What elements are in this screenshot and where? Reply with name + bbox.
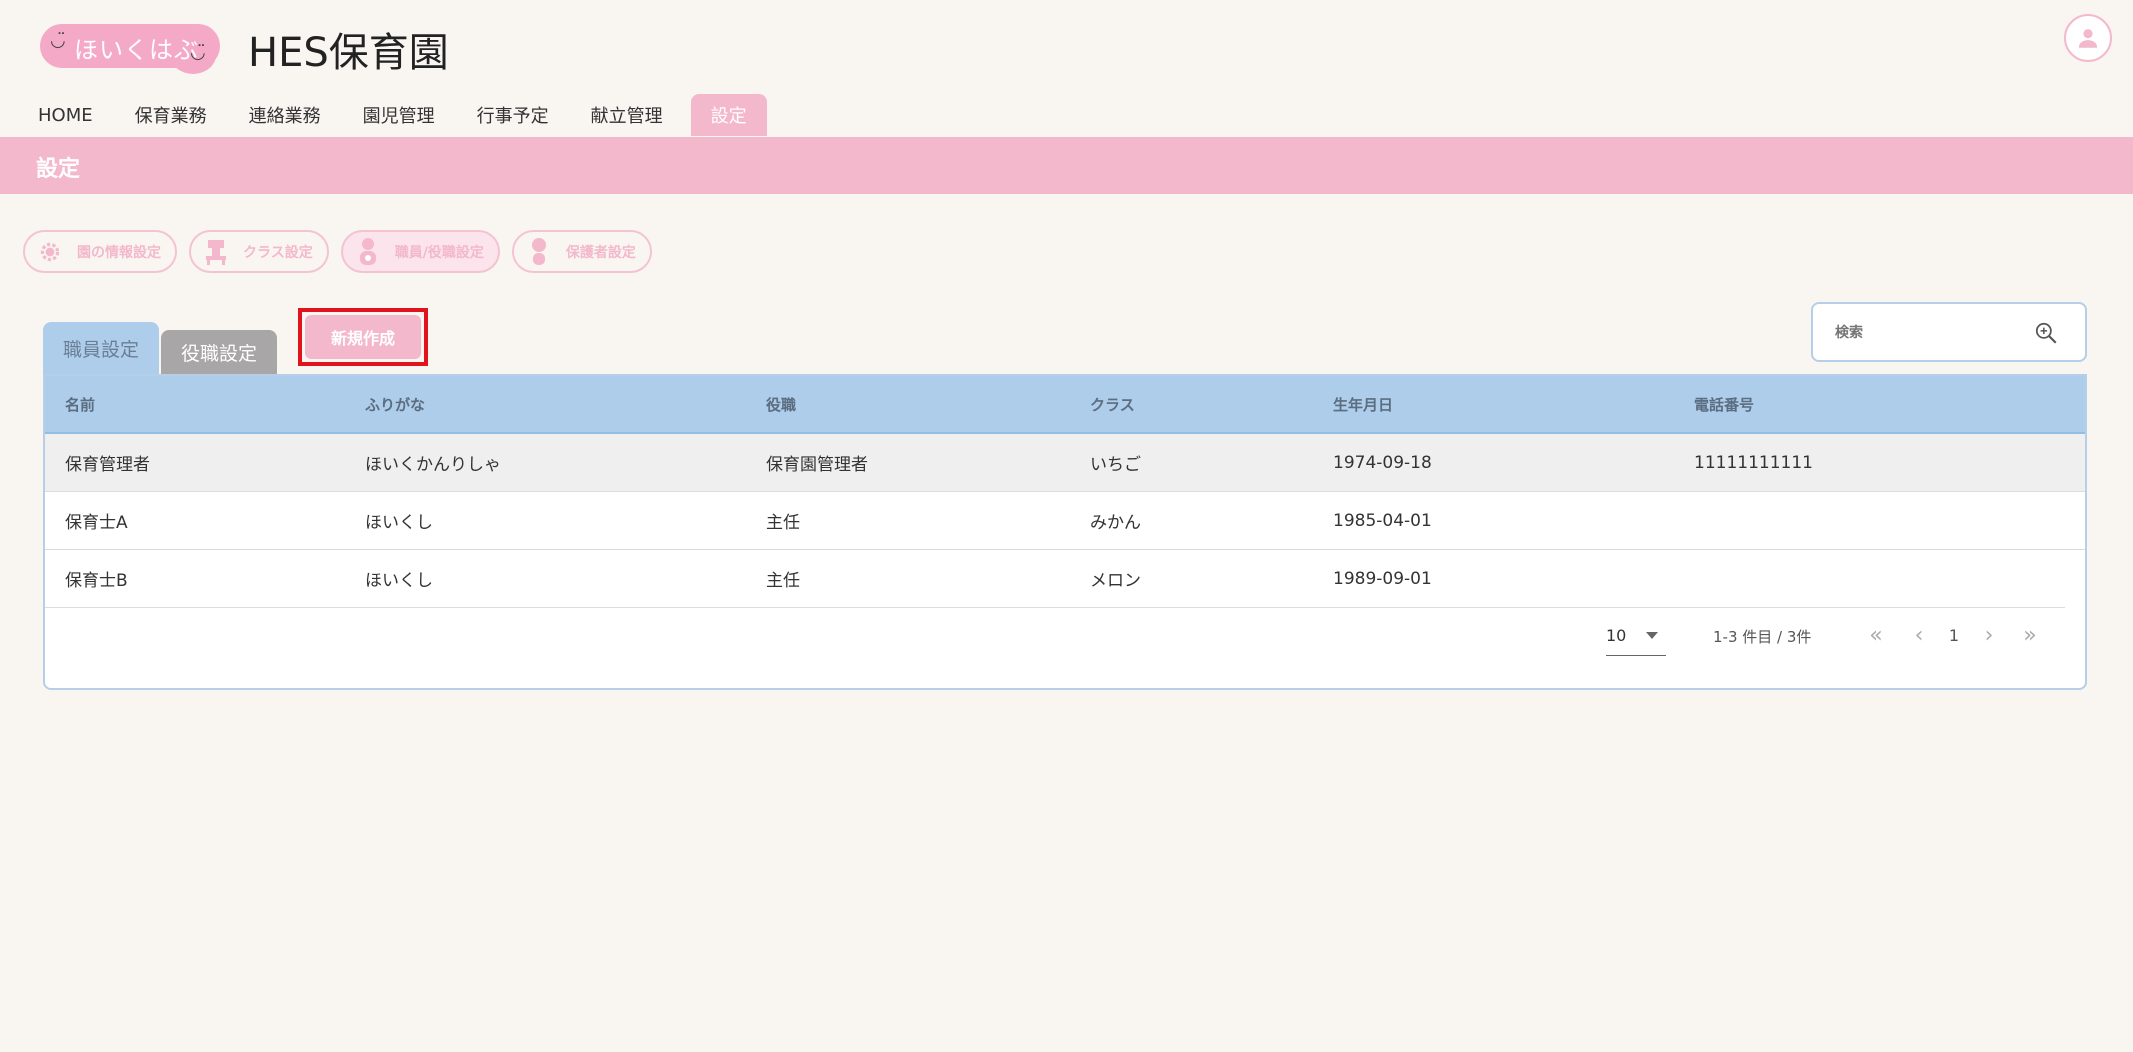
column-header-role[interactable]: 役職 bbox=[766, 376, 796, 432]
logo-smile-right: ◡̈ bbox=[190, 42, 206, 63]
table-row[interactable]: 保育管理者 ほいくかんりしゃ 保育園管理者 いちご 1974-09-18 111… bbox=[45, 434, 2085, 492]
cell-birthdate: 1974-09-18 bbox=[1333, 452, 1432, 473]
table-row[interactable]: 保育士B ほいくし 主任 メロン 1989-09-01 bbox=[45, 550, 2065, 608]
user-avatar-button[interactable] bbox=[2064, 14, 2112, 62]
tab-role-settings[interactable]: 役職設定 bbox=[161, 330, 277, 374]
logo[interactable]: ◡̈ ほいくはぶ ◡̈ bbox=[40, 24, 220, 74]
class-icon bbox=[203, 237, 229, 267]
search-input[interactable] bbox=[1835, 320, 2035, 346]
subnav-staff-role-button[interactable]: 職員/役職設定 bbox=[340, 230, 500, 273]
cell-class: いちご bbox=[1090, 455, 1141, 475]
prev-page-icon[interactable]: ‹ bbox=[1904, 620, 1934, 650]
cell-birthdate: 1985-04-01 bbox=[1333, 510, 1432, 531]
tab-staff-settings[interactable]: 職員設定 bbox=[43, 322, 159, 374]
subnav-class-button[interactable]: クラス設定 bbox=[189, 230, 329, 273]
pagination: 10 1-3 件目 / 3件 « ‹ 1 › » bbox=[45, 616, 2085, 666]
cell-phone: 11111111111 bbox=[1694, 452, 1813, 473]
nav-item-children[interactable]: 園児管理 bbox=[349, 94, 449, 136]
nav-item-home[interactable]: HOME bbox=[24, 94, 107, 136]
per-page-select[interactable]: 10 bbox=[1606, 616, 1666, 656]
cell-class: みかん bbox=[1090, 513, 1141, 533]
column-header-furigana[interactable]: ふりがな bbox=[365, 376, 425, 432]
staff-icon bbox=[355, 237, 381, 267]
nav-item-settings[interactable]: 設定 bbox=[690, 94, 767, 136]
column-header-phone[interactable]: 電話番号 bbox=[1694, 376, 1754, 432]
logo-smile-left: ◡̈ bbox=[50, 30, 66, 51]
cell-role: 主任 bbox=[766, 571, 800, 591]
cell-class: メロン bbox=[1090, 571, 1141, 591]
last-page-icon[interactable]: » bbox=[2015, 620, 2045, 650]
cell-furigana: ほいくし bbox=[365, 513, 433, 533]
cell-birthdate: 1989-09-01 bbox=[1333, 568, 1432, 589]
main-nav: HOME 保育業務 連絡業務 園児管理 行事予定 献立管理 設定 bbox=[24, 94, 781, 136]
nav-item-menu[interactable]: 献立管理 bbox=[577, 94, 677, 136]
column-header-name[interactable]: 名前 bbox=[65, 376, 95, 432]
logo-text: ほいくはぶ bbox=[74, 36, 199, 64]
subnav-school-info-button[interactable]: 園の情報設定 bbox=[23, 230, 177, 273]
staff-table: 名前 ふりがな 役職 クラス 生年月日 電話番号 保育管理者 ほいくかんりしゃ … bbox=[43, 374, 2087, 690]
nav-item-childcare[interactable]: 保育業務 bbox=[121, 94, 221, 136]
column-header-class[interactable]: クラス bbox=[1090, 376, 1135, 432]
page-banner: 設定 bbox=[0, 137, 2133, 194]
subnav-guardian-button[interactable]: 保護者設定 bbox=[511, 230, 652, 273]
cell-furigana: ほいくかんりしゃ bbox=[365, 455, 501, 475]
settings-subnav: 園の情報設定 クラス設定 職員/役職設定 保護者設定 bbox=[23, 230, 664, 273]
page-title: 設定 bbox=[36, 157, 81, 182]
cell-role: 主任 bbox=[766, 513, 800, 533]
subnav-label: 保護者設定 bbox=[565, 244, 636, 261]
cell-name: 保育士B bbox=[65, 571, 128, 591]
parent-icon bbox=[526, 237, 552, 267]
per-page-value: 10 bbox=[1606, 626, 1627, 645]
table-row[interactable]: 保育士A ほいくし 主任 みかん 1985-04-01 bbox=[45, 492, 2085, 550]
subnav-label: クラス設定 bbox=[243, 244, 313, 261]
gear-icon bbox=[37, 237, 63, 267]
site-title: HES保育園 bbox=[248, 30, 449, 76]
current-page-number[interactable]: 1 bbox=[1939, 620, 1969, 650]
first-page-icon[interactable]: « bbox=[1861, 620, 1891, 650]
subnav-label: 職員/役職設定 bbox=[394, 244, 484, 261]
column-header-birthdate[interactable]: 生年月日 bbox=[1333, 376, 1393, 432]
new-create-button[interactable]: 新規作成 bbox=[305, 315, 421, 359]
nav-item-events[interactable]: 行事予定 bbox=[463, 94, 563, 136]
cell-name: 保育管理者 bbox=[65, 455, 150, 475]
app-header: ◡̈ ほいくはぶ ◡̈ HES保育園 bbox=[0, 0, 2133, 92]
table-header: 名前 ふりがな 役職 クラス 生年月日 電話番号 bbox=[45, 376, 2085, 434]
nav-item-contact[interactable]: 連絡業務 bbox=[235, 94, 335, 136]
search-box bbox=[1811, 302, 2087, 362]
cell-furigana: ほいくし bbox=[365, 571, 433, 591]
page-range-text: 1-3 件目 / 3件 bbox=[1713, 628, 1812, 646]
cell-role: 保育園管理者 bbox=[766, 455, 868, 475]
user-icon bbox=[2078, 29, 2098, 48]
next-page-icon[interactable]: › bbox=[1974, 620, 2004, 650]
cell-name: 保育士A bbox=[65, 513, 128, 533]
subnav-label: 園の情報設定 bbox=[77, 244, 161, 261]
search-icon[interactable] bbox=[2033, 320, 2059, 346]
chevron-down-icon bbox=[1646, 632, 1658, 639]
